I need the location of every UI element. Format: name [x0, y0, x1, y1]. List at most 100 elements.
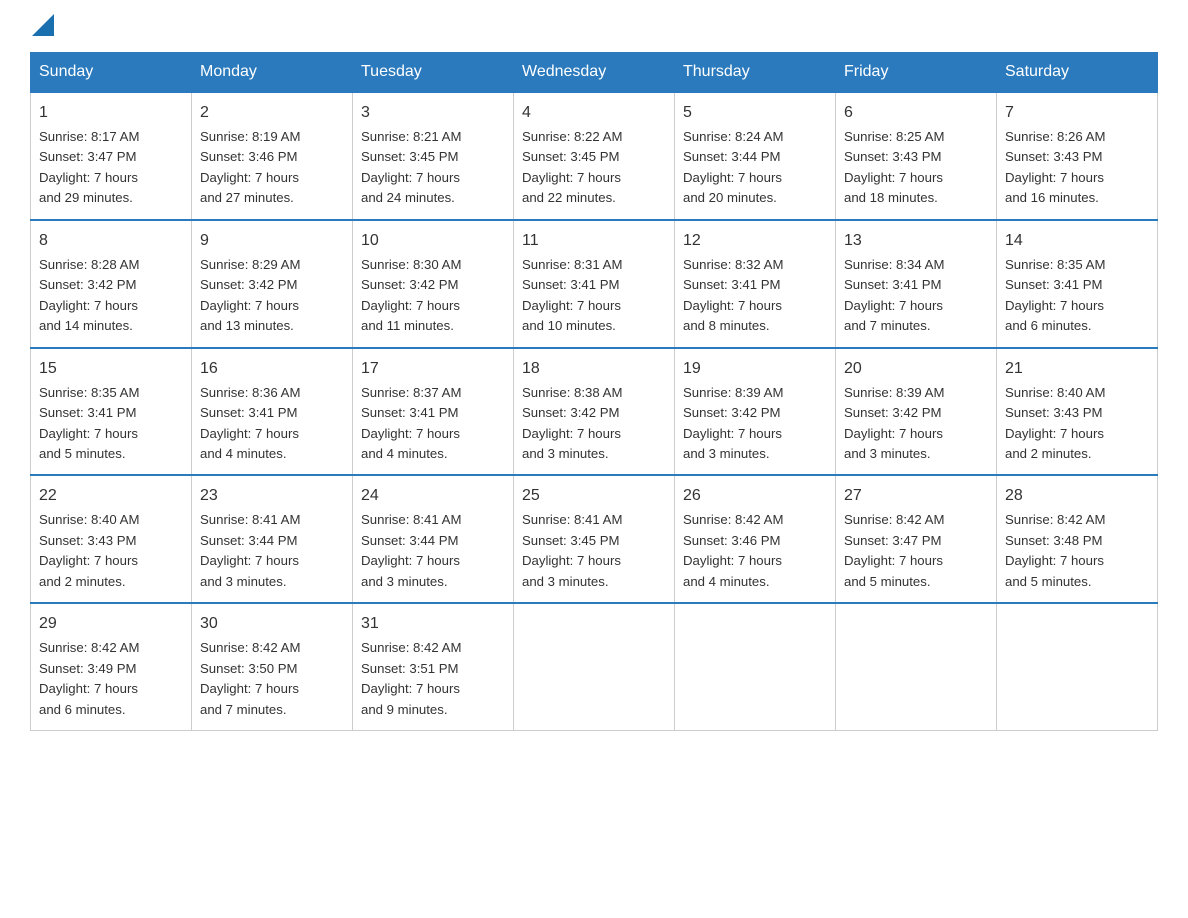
calendar-cell: 9Sunrise: 8:29 AMSunset: 3:42 PMDaylight… — [192, 220, 353, 348]
day-number: 12 — [683, 229, 827, 253]
day-info: Sunrise: 8:42 AMSunset: 3:49 PMDaylight:… — [39, 638, 183, 720]
calendar-cell: 13Sunrise: 8:34 AMSunset: 3:41 PMDayligh… — [836, 220, 997, 348]
day-number: 22 — [39, 484, 183, 508]
day-info: Sunrise: 8:41 AMSunset: 3:44 PMDaylight:… — [361, 510, 505, 592]
day-info: Sunrise: 8:17 AMSunset: 3:47 PMDaylight:… — [39, 127, 183, 209]
day-number: 23 — [200, 484, 344, 508]
day-number: 14 — [1005, 229, 1149, 253]
day-info: Sunrise: 8:32 AMSunset: 3:41 PMDaylight:… — [683, 255, 827, 337]
day-number: 4 — [522, 101, 666, 125]
day-number: 2 — [200, 101, 344, 125]
day-info: Sunrise: 8:42 AMSunset: 3:48 PMDaylight:… — [1005, 510, 1149, 592]
calendar-cell: 24Sunrise: 8:41 AMSunset: 3:44 PMDayligh… — [353, 475, 514, 603]
day-header-saturday: Saturday — [997, 53, 1158, 93]
calendar-cell: 4Sunrise: 8:22 AMSunset: 3:45 PMDaylight… — [514, 92, 675, 220]
day-number: 10 — [361, 229, 505, 253]
day-info: Sunrise: 8:35 AMSunset: 3:41 PMDaylight:… — [1005, 255, 1149, 337]
day-number: 7 — [1005, 101, 1149, 125]
calendar-cell: 26Sunrise: 8:42 AMSunset: 3:46 PMDayligh… — [675, 475, 836, 603]
day-number: 19 — [683, 357, 827, 381]
calendar-cell: 3Sunrise: 8:21 AMSunset: 3:45 PMDaylight… — [353, 92, 514, 220]
day-number: 26 — [683, 484, 827, 508]
day-info: Sunrise: 8:24 AMSunset: 3:44 PMDaylight:… — [683, 127, 827, 209]
calendar-week-row: 15Sunrise: 8:35 AMSunset: 3:41 PMDayligh… — [31, 348, 1158, 476]
day-info: Sunrise: 8:37 AMSunset: 3:41 PMDaylight:… — [361, 383, 505, 465]
calendar-cell: 29Sunrise: 8:42 AMSunset: 3:49 PMDayligh… — [31, 603, 192, 730]
calendar-cell: 16Sunrise: 8:36 AMSunset: 3:41 PMDayligh… — [192, 348, 353, 476]
day-number: 1 — [39, 101, 183, 125]
day-number: 17 — [361, 357, 505, 381]
day-number: 27 — [844, 484, 988, 508]
day-info: Sunrise: 8:42 AMSunset: 3:50 PMDaylight:… — [200, 638, 344, 720]
calendar-cell: 2Sunrise: 8:19 AMSunset: 3:46 PMDaylight… — [192, 92, 353, 220]
day-number: 5 — [683, 101, 827, 125]
day-number: 28 — [1005, 484, 1149, 508]
calendar-cell — [836, 603, 997, 730]
day-number: 18 — [522, 357, 666, 381]
day-info: Sunrise: 8:35 AMSunset: 3:41 PMDaylight:… — [39, 383, 183, 465]
day-info: Sunrise: 8:30 AMSunset: 3:42 PMDaylight:… — [361, 255, 505, 337]
day-info: Sunrise: 8:38 AMSunset: 3:42 PMDaylight:… — [522, 383, 666, 465]
day-number: 29 — [39, 612, 183, 636]
calendar-cell: 14Sunrise: 8:35 AMSunset: 3:41 PMDayligh… — [997, 220, 1158, 348]
calendar-cell: 8Sunrise: 8:28 AMSunset: 3:42 PMDaylight… — [31, 220, 192, 348]
day-number: 24 — [361, 484, 505, 508]
calendar-week-row: 8Sunrise: 8:28 AMSunset: 3:42 PMDaylight… — [31, 220, 1158, 348]
day-header-sunday: Sunday — [31, 53, 192, 93]
calendar-cell: 25Sunrise: 8:41 AMSunset: 3:45 PMDayligh… — [514, 475, 675, 603]
calendar-cell: 15Sunrise: 8:35 AMSunset: 3:41 PMDayligh… — [31, 348, 192, 476]
day-info: Sunrise: 8:39 AMSunset: 3:42 PMDaylight:… — [844, 383, 988, 465]
calendar-cell: 17Sunrise: 8:37 AMSunset: 3:41 PMDayligh… — [353, 348, 514, 476]
calendar-cell: 18Sunrise: 8:38 AMSunset: 3:42 PMDayligh… — [514, 348, 675, 476]
day-info: Sunrise: 8:41 AMSunset: 3:45 PMDaylight:… — [522, 510, 666, 592]
calendar-cell: 31Sunrise: 8:42 AMSunset: 3:51 PMDayligh… — [353, 603, 514, 730]
day-number: 25 — [522, 484, 666, 508]
calendar-cell — [675, 603, 836, 730]
day-header-thursday: Thursday — [675, 53, 836, 93]
day-number: 8 — [39, 229, 183, 253]
logo-triangle-icon — [32, 14, 54, 36]
day-header-wednesday: Wednesday — [514, 53, 675, 93]
day-number: 6 — [844, 101, 988, 125]
day-number: 3 — [361, 101, 505, 125]
calendar-cell — [997, 603, 1158, 730]
page-header — [30, 20, 1158, 32]
calendar-week-row: 22Sunrise: 8:40 AMSunset: 3:43 PMDayligh… — [31, 475, 1158, 603]
day-info: Sunrise: 8:42 AMSunset: 3:47 PMDaylight:… — [844, 510, 988, 592]
day-info: Sunrise: 8:42 AMSunset: 3:46 PMDaylight:… — [683, 510, 827, 592]
calendar-cell: 12Sunrise: 8:32 AMSunset: 3:41 PMDayligh… — [675, 220, 836, 348]
calendar-cell: 6Sunrise: 8:25 AMSunset: 3:43 PMDaylight… — [836, 92, 997, 220]
calendar-week-row: 1Sunrise: 8:17 AMSunset: 3:47 PMDaylight… — [31, 92, 1158, 220]
logo — [30, 20, 54, 32]
day-number: 21 — [1005, 357, 1149, 381]
day-info: Sunrise: 8:28 AMSunset: 3:42 PMDaylight:… — [39, 255, 183, 337]
day-info: Sunrise: 8:36 AMSunset: 3:41 PMDaylight:… — [200, 383, 344, 465]
calendar-cell: 20Sunrise: 8:39 AMSunset: 3:42 PMDayligh… — [836, 348, 997, 476]
day-number: 15 — [39, 357, 183, 381]
day-info: Sunrise: 8:40 AMSunset: 3:43 PMDaylight:… — [39, 510, 183, 592]
day-info: Sunrise: 8:41 AMSunset: 3:44 PMDaylight:… — [200, 510, 344, 592]
day-number: 16 — [200, 357, 344, 381]
day-header-monday: Monday — [192, 53, 353, 93]
day-info: Sunrise: 8:31 AMSunset: 3:41 PMDaylight:… — [522, 255, 666, 337]
calendar-week-row: 29Sunrise: 8:42 AMSunset: 3:49 PMDayligh… — [31, 603, 1158, 730]
calendar-cell: 23Sunrise: 8:41 AMSunset: 3:44 PMDayligh… — [192, 475, 353, 603]
day-info: Sunrise: 8:21 AMSunset: 3:45 PMDaylight:… — [361, 127, 505, 209]
calendar-cell: 1Sunrise: 8:17 AMSunset: 3:47 PMDaylight… — [31, 92, 192, 220]
day-number: 9 — [200, 229, 344, 253]
calendar-cell — [514, 603, 675, 730]
day-info: Sunrise: 8:19 AMSunset: 3:46 PMDaylight:… — [200, 127, 344, 209]
day-number: 20 — [844, 357, 988, 381]
calendar-table: SundayMondayTuesdayWednesdayThursdayFrid… — [30, 52, 1158, 731]
day-number: 30 — [200, 612, 344, 636]
day-info: Sunrise: 8:34 AMSunset: 3:41 PMDaylight:… — [844, 255, 988, 337]
calendar-header-row: SundayMondayTuesdayWednesdayThursdayFrid… — [31, 53, 1158, 93]
calendar-cell: 28Sunrise: 8:42 AMSunset: 3:48 PMDayligh… — [997, 475, 1158, 603]
day-number: 11 — [522, 229, 666, 253]
day-header-friday: Friday — [836, 53, 997, 93]
day-info: Sunrise: 8:29 AMSunset: 3:42 PMDaylight:… — [200, 255, 344, 337]
day-info: Sunrise: 8:42 AMSunset: 3:51 PMDaylight:… — [361, 638, 505, 720]
day-info: Sunrise: 8:40 AMSunset: 3:43 PMDaylight:… — [1005, 383, 1149, 465]
calendar-cell: 7Sunrise: 8:26 AMSunset: 3:43 PMDaylight… — [997, 92, 1158, 220]
day-number: 31 — [361, 612, 505, 636]
